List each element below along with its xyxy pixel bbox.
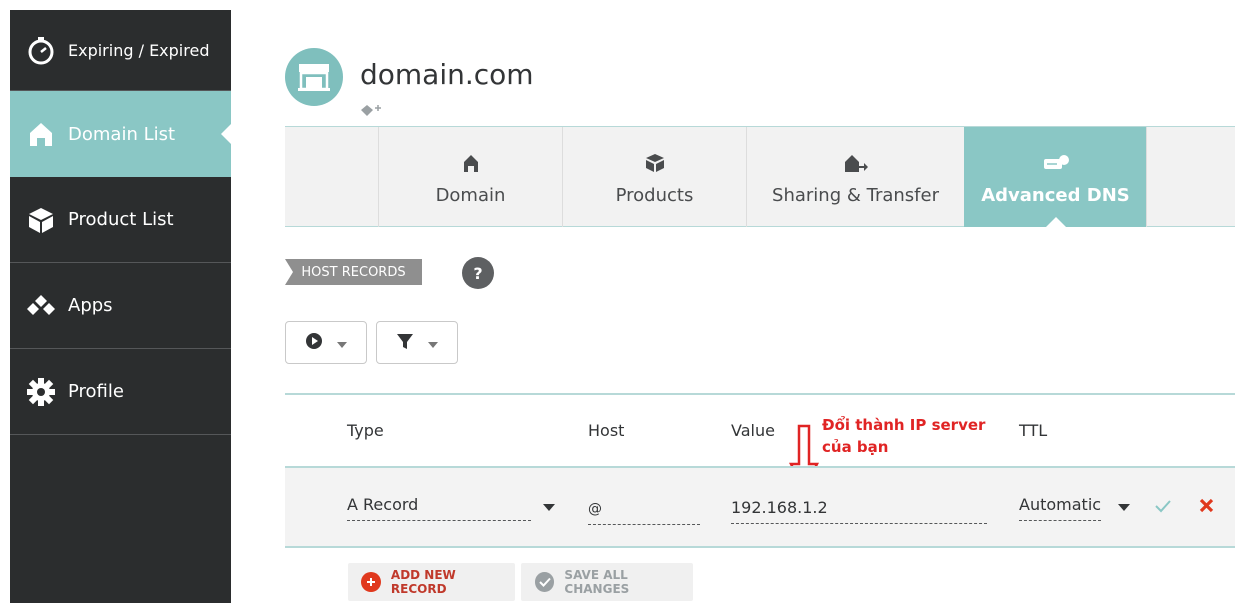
chevron-down-icon xyxy=(337,333,347,352)
sidebar-item-label: Profile xyxy=(68,381,124,402)
tab-label: Sharing & Transfer xyxy=(772,184,939,206)
sidebar-item-expiring[interactable]: Expiring / Expired xyxy=(10,10,231,91)
column-header-ttl: TTL xyxy=(1019,421,1048,440)
annotation-line: Đổi thành IP server xyxy=(822,416,986,434)
save-all-changes-button[interactable]: SAVE ALL CHANGES xyxy=(521,563,693,601)
chevron-down-icon xyxy=(543,504,555,511)
sidebar-item-label: Expiring / Expired xyxy=(68,40,210,60)
server-icon xyxy=(1042,149,1070,177)
check-icon[interactable] xyxy=(1155,498,1171,517)
action-dropdown[interactable] xyxy=(285,321,367,364)
tag-add-icon[interactable] xyxy=(360,103,382,117)
sidebar-item-label: Apps xyxy=(68,295,113,316)
column-header-value: Value xyxy=(731,421,775,440)
page-title: domain.com xyxy=(360,58,534,91)
funnel-icon xyxy=(396,332,414,354)
table-top-border xyxy=(285,393,1235,395)
stopwatch-icon xyxy=(24,33,58,67)
tab-advanced-dns[interactable]: Advanced DNS xyxy=(964,127,1146,228)
section-label: HOST RECORDS xyxy=(285,259,422,285)
house-arrow-icon xyxy=(843,149,869,177)
tab-domain[interactable]: Domain xyxy=(378,127,562,227)
box-icon xyxy=(24,203,58,237)
tab-divider xyxy=(1146,127,1147,227)
plus-icon xyxy=(361,572,381,592)
tab-label: Domain xyxy=(435,184,506,206)
storefront-icon xyxy=(285,48,343,106)
house-icon xyxy=(462,149,480,177)
tab-sharing-transfer[interactable]: Sharing & Transfer xyxy=(746,127,964,227)
row-divider xyxy=(285,546,1235,548)
gear-icon xyxy=(24,375,58,409)
close-icon[interactable] xyxy=(1199,498,1214,517)
sidebar-item-product-list[interactable]: Product List xyxy=(10,177,231,263)
host-input[interactable]: @ xyxy=(588,496,700,525)
tab-products[interactable]: Products xyxy=(562,127,746,227)
column-header-type: Type xyxy=(347,421,384,440)
filter-dropdown[interactable] xyxy=(376,321,458,364)
annotation-line: của bạn xyxy=(822,438,889,456)
sidebar-item-apps[interactable]: Apps xyxy=(10,263,231,349)
sidebar-item-domain-list[interactable]: Domain List xyxy=(10,91,232,177)
value-input[interactable]: 192.168.1.2 xyxy=(731,495,987,524)
sidebar-item-label: Product List xyxy=(68,209,174,230)
sidebar-item-profile[interactable]: Profile xyxy=(10,349,231,435)
button-label: ADD NEW RECORD xyxy=(390,568,456,596)
button-label: SAVE ALL CHANGES xyxy=(564,568,630,596)
domain-tabs: Domain Products Sharing & Transfer Advan… xyxy=(285,126,1235,228)
ttl-select[interactable]: Automatic xyxy=(1019,492,1101,521)
check-circle-icon xyxy=(535,572,555,592)
help-button[interactable]: ? xyxy=(462,257,494,289)
tab-label: Advanced DNS xyxy=(981,184,1130,206)
column-header-host: Host xyxy=(588,421,625,440)
box-icon xyxy=(645,149,665,177)
type-select[interactable]: A Record xyxy=(347,492,531,521)
sidebar: Expiring / Expired Domain List Product L… xyxy=(10,10,232,603)
chevron-down-icon xyxy=(428,333,438,352)
house-icon xyxy=(24,117,58,151)
add-new-record-button[interactable]: ADD NEW RECORD xyxy=(348,563,515,601)
tab-label: Products xyxy=(615,184,694,206)
chevron-down-icon xyxy=(1118,504,1130,511)
play-circle-icon xyxy=(305,332,323,354)
apps-icon xyxy=(24,289,58,323)
sidebar-item-label: Domain List xyxy=(68,123,176,145)
annotation-note: Đổi thành IP server của bạn xyxy=(822,414,1002,458)
